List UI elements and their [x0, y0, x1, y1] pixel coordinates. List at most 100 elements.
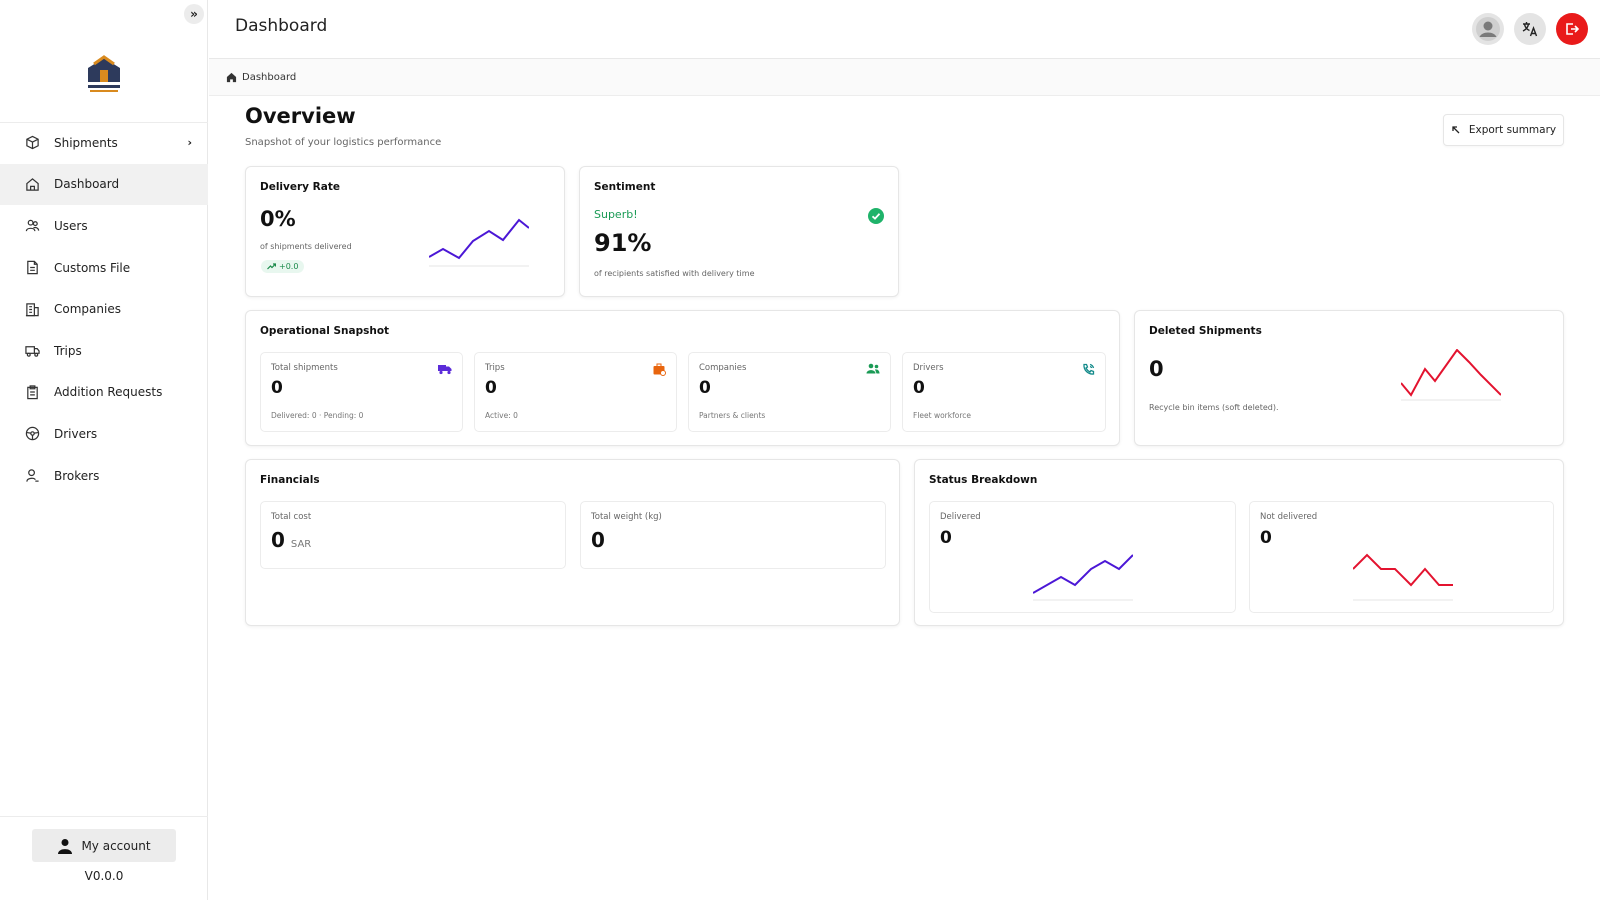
sidebar-item-users[interactable]: Users	[0, 205, 208, 247]
delivered-sparkline	[1033, 554, 1133, 601]
tile-value: 0	[485, 378, 497, 398]
tile-value: 0	[913, 378, 925, 398]
home-icon	[226, 72, 237, 83]
company-logo	[80, 40, 128, 96]
overview-title: Overview	[245, 104, 356, 128]
sidebar: » Shipments › Dashboard Users Customs Fi…	[0, 0, 208, 900]
companies-tile[interactable]: Companies 0 Partners & clients	[688, 352, 891, 432]
total-cost-label: Total cost	[271, 512, 312, 522]
financials-title: Financials	[260, 474, 320, 486]
sidebar-item-trips[interactable]: Trips	[0, 330, 208, 372]
delivery-rate-value: 0%	[260, 207, 296, 231]
sidebar-item-label: Drivers	[54, 426, 98, 441]
tile-label: Drivers	[913, 363, 944, 373]
sidebar-item-label: Dashboard	[54, 177, 120, 192]
export-summary-button[interactable]: Export summary	[1443, 114, 1564, 146]
sidebar-item-shipments[interactable]: Shipments ›	[0, 122, 208, 164]
truck-icon	[24, 343, 40, 359]
translate-icon	[1522, 22, 1538, 37]
briefcase-icon	[653, 363, 666, 376]
status-breakdown-card: Status Breakdown Delivered 0 Not deliver…	[914, 459, 1564, 626]
delivery-rate-note: of shipments delivered	[260, 242, 352, 251]
breadcrumb: Dashboard	[209, 59, 1600, 96]
tile-label: Total shipments	[271, 363, 338, 373]
delivery-rate-title: Delivery Rate	[260, 181, 340, 193]
trend-up-icon	[267, 263, 276, 270]
tile-value: 0	[699, 378, 711, 398]
tile-note: Fleet workforce	[913, 411, 971, 420]
home-icon	[24, 176, 40, 192]
check-circle-icon	[868, 208, 884, 224]
arrow-up-left-icon	[1451, 125, 1461, 135]
sentiment-title: Sentiment	[594, 181, 656, 193]
sidebar-item-companies[interactable]: Companies	[0, 288, 208, 330]
logout-button[interactable]	[1556, 13, 1588, 45]
not-delivered-sparkline	[1353, 553, 1453, 601]
trips-tile[interactable]: Trips 0 Active: 0	[474, 352, 677, 432]
sidebar-item-label: Customs File	[54, 260, 131, 275]
my-account-label: My account	[81, 838, 151, 853]
sidebar-item-label: Trips	[54, 343, 82, 358]
sentiment-card: Sentiment Superb! 91% of recipients sati…	[579, 166, 899, 297]
trend-badge: +0.0	[261, 260, 305, 273]
sidebar-item-brokers[interactable]: Brokers	[0, 455, 208, 497]
sidebar-item-label: Addition Requests	[54, 385, 163, 400]
sidebar-item-dashboard[interactable]: Dashboard	[0, 163, 208, 206]
total-cost-amount: 0 SAR	[271, 528, 311, 552]
total-weight-value: 0	[591, 528, 605, 552]
language-button[interactable]	[1514, 13, 1546, 45]
drivers-tile[interactable]: Drivers 0 Fleet workforce	[902, 352, 1106, 432]
people-icon	[866, 363, 880, 374]
avatar-icon	[1476, 17, 1500, 41]
sidebar-item-addition-requests[interactable]: Addition Requests	[0, 372, 208, 414]
deleted-shipments-sparkline	[1401, 349, 1501, 401]
operational-snapshot-card: Operational Snapshot Total shipments 0 D…	[245, 310, 1120, 446]
export-summary-label: Export summary	[1468, 124, 1557, 136]
tile-value: 0	[271, 378, 283, 398]
file-icon	[24, 260, 40, 276]
clipboard-icon	[24, 384, 40, 400]
not-delivered-tile: Not delivered 0	[1249, 501, 1554, 613]
top-bar: Dashboard	[209, 0, 1600, 59]
total-cost-value: 0	[271, 528, 285, 552]
trend-value: +0.0	[279, 262, 299, 271]
my-account-button[interactable]: My account	[32, 829, 176, 862]
sidebar-item-customs-file[interactable]: Customs File	[0, 247, 208, 289]
total-cost-tile: Total cost 0 SAR	[260, 501, 566, 569]
users-icon	[24, 218, 40, 234]
building-icon	[24, 301, 40, 317]
box-icon	[24, 135, 40, 151]
delivered-value: 0	[940, 528, 952, 548]
logout-icon	[1566, 23, 1580, 35]
chevron-right-icon: ›	[187, 136, 192, 149]
page-title: Dashboard	[235, 16, 328, 36]
header-actions	[1472, 13, 1588, 45]
deleted-shipments-title: Deleted Shipments	[1149, 325, 1262, 337]
status-breakdown-title: Status Breakdown	[929, 474, 1038, 486]
profile-avatar-button[interactable]	[1472, 13, 1504, 45]
sentiment-note: of recipients satisfied with delivery ti…	[594, 269, 755, 278]
delivery-rate-card: Delivery Rate 0% of shipments delivered …	[245, 166, 565, 297]
delivered-tile: Delivered 0	[929, 501, 1236, 613]
currency-label: SAR	[290, 539, 312, 550]
sidebar-item-drivers[interactable]: Drivers	[0, 413, 208, 455]
breadcrumb-item-dashboard[interactable]: Dashboard	[242, 72, 296, 83]
sidebar-item-label: Brokers	[54, 468, 100, 483]
not-delivered-value: 0	[1260, 528, 1272, 548]
sidebar-item-label: Shipments	[54, 135, 118, 150]
sentiment-status: Superb!	[594, 208, 638, 221]
sentiment-value: 91%	[594, 229, 652, 257]
total-weight-tile: Total weight (kg) 0	[580, 501, 886, 569]
tile-label: Companies	[699, 363, 747, 373]
deleted-shipments-note: Recycle bin items (soft deleted).	[1149, 403, 1279, 412]
sidebar-nav: Shipments › Dashboard Users Customs File	[0, 122, 208, 496]
total-shipments-tile[interactable]: Total shipments 0 Delivered: 0 · Pending…	[260, 352, 463, 432]
sidebar-collapse-button[interactable]: »	[184, 4, 204, 24]
steering-wheel-icon	[24, 426, 40, 442]
broker-icon	[24, 468, 40, 484]
user-icon	[57, 838, 73, 854]
overview-subtitle: Snapshot of your logistics performance	[245, 137, 442, 148]
tile-note: Partners & clients	[699, 411, 766, 420]
sidebar-item-label: Companies	[54, 302, 121, 317]
deleted-shipments-value: 0	[1149, 357, 1164, 381]
